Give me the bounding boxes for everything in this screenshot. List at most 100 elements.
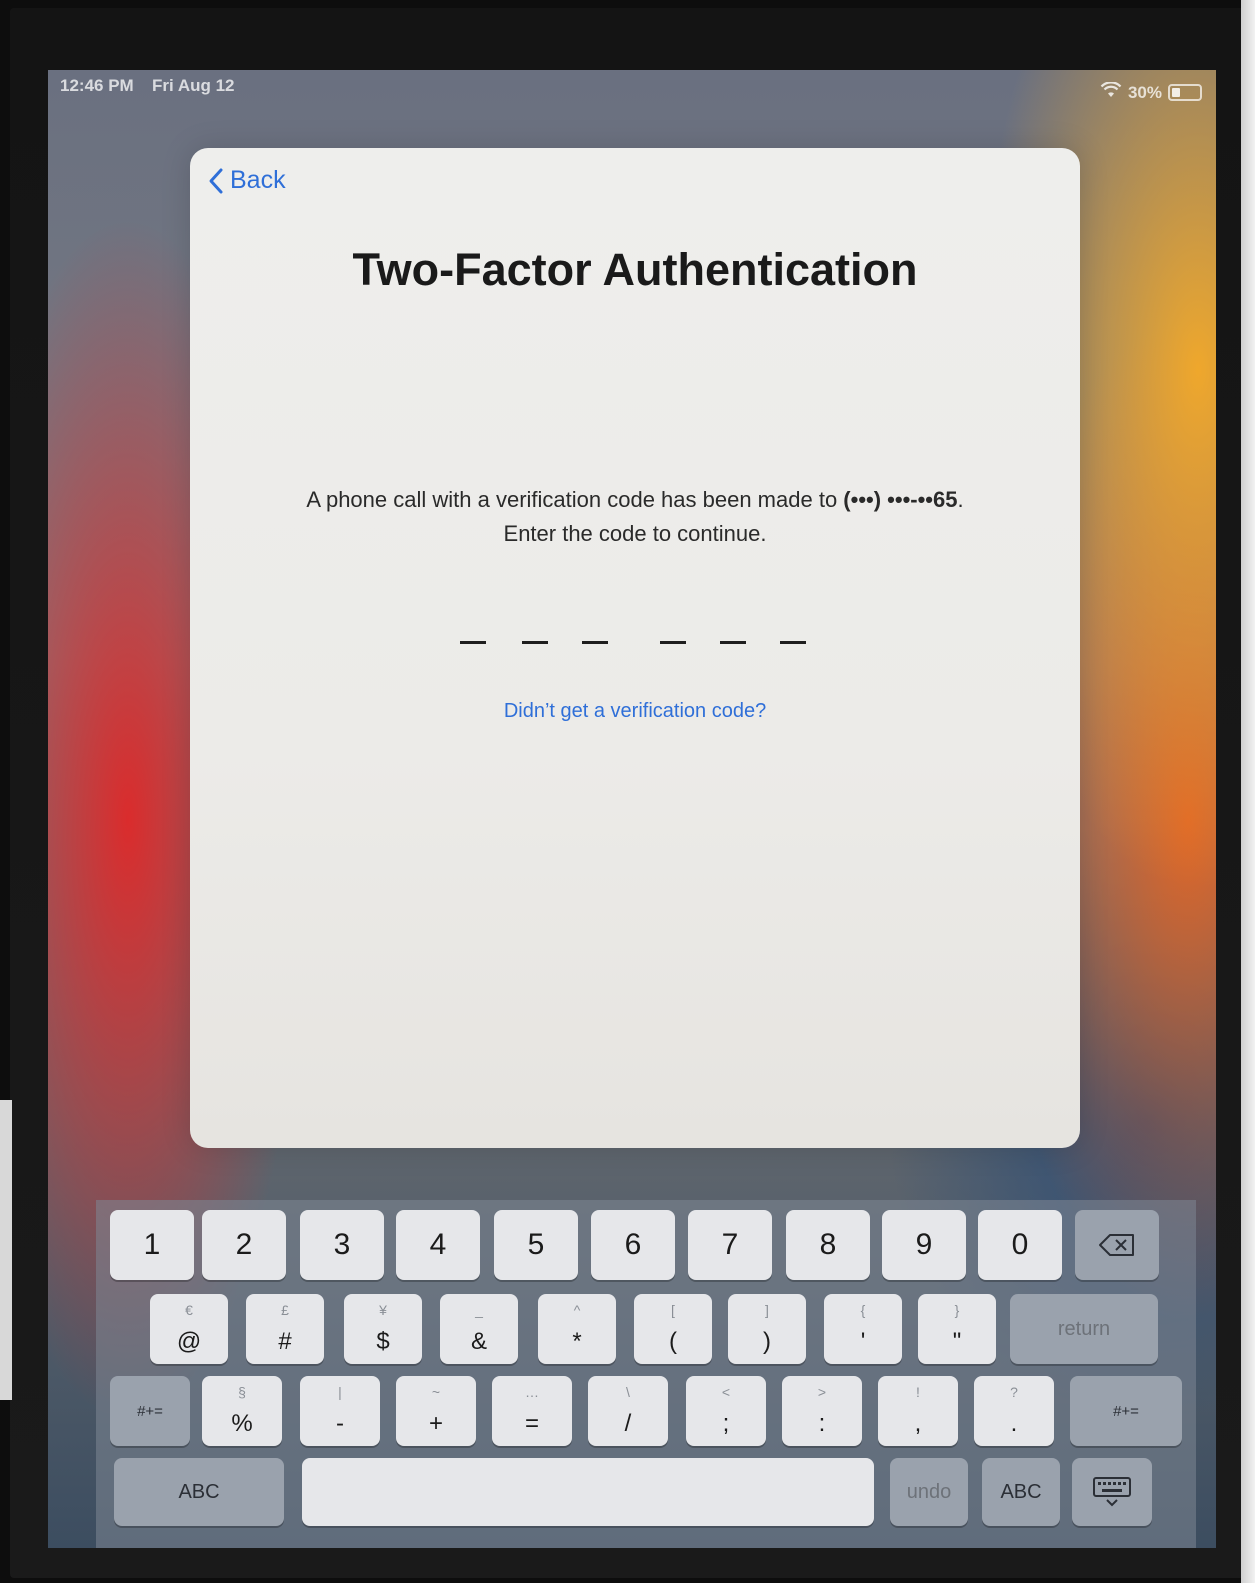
resend-code-link[interactable]: Didn’t get a verification code? bbox=[190, 700, 1080, 723]
back-button[interactable]: Back bbox=[208, 166, 286, 195]
abc-key-right[interactable]: ABC bbox=[982, 1458, 1060, 1526]
key-row3-7-alt: > bbox=[817, 1384, 827, 1400]
key-row2-9[interactable]: } " bbox=[918, 1294, 996, 1364]
key-row2-7-label: ) bbox=[763, 1328, 771, 1355]
key-0[interactable]: 0 bbox=[978, 1210, 1062, 1280]
code-digit-1[interactable] bbox=[460, 641, 486, 644]
key-6[interactable]: 6 bbox=[591, 1210, 675, 1280]
key-row3-5[interactable]: \ / bbox=[588, 1376, 668, 1446]
verification-message: A phone call with a verification code ha… bbox=[230, 483, 1040, 551]
key-9[interactable]: 9 bbox=[882, 1210, 966, 1280]
message-prefix: A phone call with a verification code ha… bbox=[306, 487, 844, 512]
two-factor-dialog: Back Two-Factor Authentication A phone c… bbox=[190, 148, 1080, 1148]
key-9-label: 9 bbox=[915, 1228, 933, 1261]
key-7-label: 7 bbox=[721, 1228, 739, 1261]
key-3-label: 3 bbox=[333, 1228, 351, 1261]
key-row2-5[interactable]: ^ * bbox=[538, 1294, 616, 1364]
key-2[interactable]: 2 bbox=[202, 1210, 286, 1280]
key-1-label: 1 bbox=[143, 1228, 161, 1261]
key-row2-3-alt: ¥ bbox=[379, 1302, 387, 1318]
page-title: Two-Factor Authentication bbox=[352, 244, 918, 295]
key-row3-3-label: + bbox=[428, 1410, 443, 1437]
key-4-label: 4 bbox=[429, 1228, 447, 1261]
backspace-key[interactable] bbox=[1075, 1210, 1159, 1280]
keyboard-dismiss-icon bbox=[1072, 1458, 1152, 1526]
message-line2: Enter the code to continue. bbox=[503, 521, 767, 546]
more-symbols-key-left[interactable]: #+= bbox=[110, 1376, 190, 1446]
key-2-label: 2 bbox=[235, 1228, 253, 1261]
key-4[interactable]: 4 bbox=[396, 1210, 480, 1280]
key-6-label: 6 bbox=[624, 1228, 642, 1261]
code-digit-6[interactable] bbox=[780, 641, 806, 644]
key-row2-4-alt: _ bbox=[475, 1302, 483, 1318]
more-symbols-key-left-label: #+= bbox=[137, 1402, 163, 1420]
key-row2-3[interactable]: ¥ $ bbox=[344, 1294, 422, 1364]
key-row2-5-alt: ^ bbox=[573, 1302, 581, 1318]
key-row3-8-alt: ! bbox=[916, 1384, 920, 1400]
key-row3-2-alt: | bbox=[338, 1384, 342, 1400]
undo-key[interactable]: undo bbox=[890, 1458, 968, 1526]
key-row2-1-alt: € bbox=[185, 1302, 193, 1318]
key-row2-8-label: ' bbox=[860, 1328, 866, 1355]
code-digit-5[interactable] bbox=[720, 641, 746, 644]
keyboard-dismiss-key[interactable] bbox=[1072, 1458, 1152, 1526]
key-7[interactable]: 7 bbox=[688, 1210, 772, 1280]
key-row2-6-label: ( bbox=[669, 1328, 677, 1355]
key-row3-6-label: ; bbox=[722, 1410, 730, 1437]
more-symbols-key-right[interactable]: #+= bbox=[1070, 1376, 1182, 1446]
key-row2-2[interactable]: £ # bbox=[246, 1294, 324, 1364]
key-row3-7[interactable]: >: bbox=[782, 1376, 862, 1446]
key-row2-6-alt: [ bbox=[671, 1302, 675, 1318]
verification-code-input[interactable] bbox=[460, 633, 810, 653]
key-row2-2-alt: £ bbox=[281, 1302, 289, 1318]
status-bar: 12:46 PM Fri Aug 12 30% bbox=[48, 70, 1216, 106]
return-key[interactable]: return bbox=[1010, 1294, 1158, 1364]
key-row2-7[interactable]: ]) bbox=[728, 1294, 806, 1364]
code-digit-4[interactable] bbox=[660, 641, 686, 644]
back-label: Back bbox=[230, 166, 286, 194]
key-row3-4-label: = bbox=[524, 1410, 539, 1437]
key-row2-1-label: @ bbox=[176, 1328, 202, 1355]
key-5[interactable]: 5 bbox=[494, 1210, 578, 1280]
key-row2-2-label: # bbox=[278, 1328, 292, 1355]
key-row3-1-label: % bbox=[231, 1410, 253, 1437]
key-row2-5-label: * bbox=[572, 1328, 582, 1355]
key-row3-4-alt: … bbox=[525, 1384, 539, 1400]
battery-percent: 30% bbox=[1127, 82, 1162, 102]
on-screen-keyboard: 1 2 3 4 5 6 7 8 9 0 € @ £ # ¥ $ _ & ^ *[(]){'} " return #+= §% |… bbox=[96, 1200, 1196, 1548]
key-row3-8[interactable]: !, bbox=[878, 1376, 958, 1446]
background-strip bbox=[0, 1100, 12, 1400]
key-row2-9-alt: } bbox=[954, 1302, 960, 1318]
key-row3-8-label: , bbox=[914, 1410, 922, 1437]
backspace-icon bbox=[1075, 1210, 1159, 1280]
key-row2-1[interactable]: € @ bbox=[150, 1294, 228, 1364]
key-row3-6[interactable]: <; bbox=[686, 1376, 766, 1446]
key-row3-2[interactable]: | - bbox=[300, 1376, 380, 1446]
key-row3-9[interactable]: ?. bbox=[974, 1376, 1054, 1446]
abc-key-left[interactable]: ABC bbox=[114, 1458, 284, 1526]
wifi-icon bbox=[1100, 81, 1122, 103]
key-row3-7-label: : bbox=[818, 1410, 826, 1437]
key-row3-1[interactable]: §% bbox=[202, 1376, 282, 1446]
background-edge bbox=[1241, 0, 1255, 1583]
key-row3-3[interactable]: ~ + bbox=[396, 1376, 476, 1446]
key-row2-3-label: $ bbox=[376, 1328, 390, 1355]
space-bar[interactable] bbox=[302, 1458, 874, 1526]
code-digit-3[interactable] bbox=[582, 641, 608, 644]
code-digit-2[interactable] bbox=[522, 641, 548, 644]
key-3[interactable]: 3 bbox=[300, 1210, 384, 1280]
key-row3-5-label: / bbox=[624, 1410, 632, 1437]
chevron-left-icon bbox=[208, 167, 224, 195]
key-1[interactable]: 1 bbox=[110, 1210, 194, 1280]
return-key-label: return bbox=[1057, 1317, 1111, 1340]
key-row2-4[interactable]: _ & bbox=[440, 1294, 518, 1364]
key-row2-8[interactable]: {' bbox=[824, 1294, 902, 1364]
key-8[interactable]: 8 bbox=[786, 1210, 870, 1280]
key-row2-4-label: & bbox=[470, 1328, 487, 1355]
status-date: Fri Aug 12 bbox=[152, 76, 235, 95]
key-row3-9-alt: ? bbox=[1010, 1384, 1018, 1400]
abc-key-left-label: ABC bbox=[178, 1480, 220, 1503]
key-row3-4[interactable]: … = bbox=[492, 1376, 572, 1446]
key-row3-6-alt: < bbox=[721, 1384, 731, 1400]
key-row2-6[interactable]: [( bbox=[634, 1294, 712, 1364]
